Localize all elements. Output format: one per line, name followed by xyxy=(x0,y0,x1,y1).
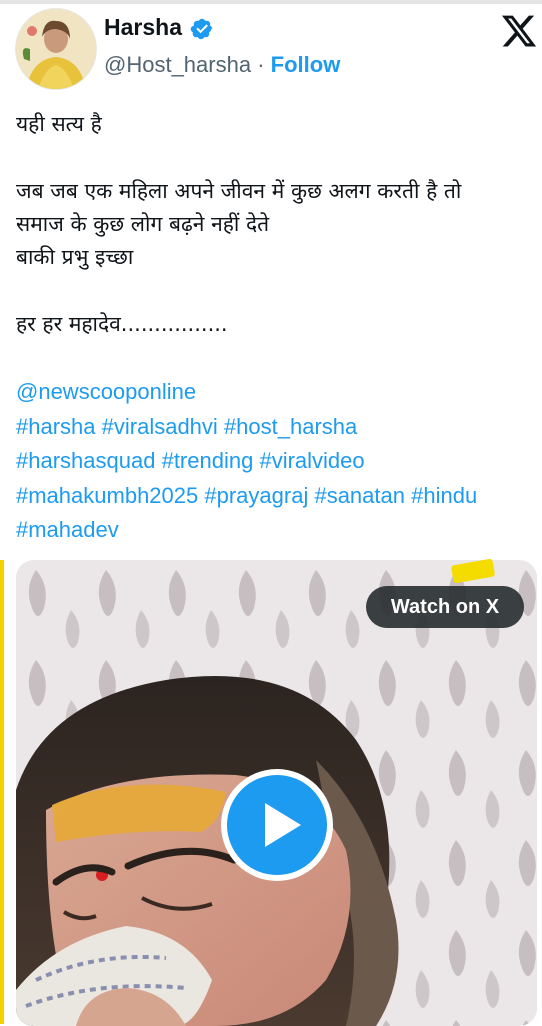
hashtag-link[interactable]: #host_harsha xyxy=(224,414,357,439)
author-handle[interactable]: @Host_harsha xyxy=(104,52,251,77)
avatar[interactable] xyxy=(15,8,97,90)
post-text: यही सत्य है जब जब एक महिला अपने जीवन में… xyxy=(16,108,531,341)
post-line-gap xyxy=(16,274,531,308)
tag-line: #harsha #viralsadhvi #host_harsha xyxy=(16,410,536,445)
post-tags: @newscooponline #harsha #viralsadhvi #ho… xyxy=(16,375,536,548)
hashtag-link[interactable]: #prayagraj xyxy=(204,483,308,508)
post-line: यही सत्य है xyxy=(16,112,102,136)
hashtag-link[interactable]: #sanatan xyxy=(314,483,405,508)
hashtag-link[interactable]: #viralsadhvi xyxy=(102,414,218,439)
hashtag-link[interactable]: #hindu xyxy=(411,483,477,508)
x-logo-icon[interactable] xyxy=(500,12,538,50)
hashtag-link[interactable]: #harshasquad xyxy=(16,448,155,473)
hashtag-link[interactable]: #viralvideo xyxy=(259,448,364,473)
post-line-gap xyxy=(16,141,531,175)
mention-link[interactable]: @newscooponline xyxy=(16,379,196,404)
hashtag-link[interactable]: #mahakumbh2025 xyxy=(16,483,198,508)
author-name[interactable]: Harsha xyxy=(104,14,182,41)
hashtag-link[interactable]: #trending xyxy=(162,448,254,473)
post-line: बाकी प्रभु इच्छा xyxy=(16,245,134,269)
tag-line: #harshasquad #trending #viralvideo xyxy=(16,444,536,479)
tag-line: #mahadev xyxy=(16,513,536,548)
separator: · xyxy=(257,52,265,77)
hashtag-link[interactable]: #harsha xyxy=(16,414,96,439)
watch-on-x-button[interactable]: Watch on X xyxy=(366,586,524,628)
handle-row: @Host_harsha · Follow xyxy=(104,52,340,78)
post-line: जब जब एक महिला अपने जीवन में कुछ अलग करत… xyxy=(16,179,462,203)
hashtag-link[interactable]: #mahadev xyxy=(16,517,119,542)
post-line: समाज के कुछ लोग बढ़ने नहीं देते xyxy=(16,212,270,236)
verified-badge-icon xyxy=(190,18,213,40)
play-icon[interactable] xyxy=(219,767,335,883)
follow-button[interactable]: Follow xyxy=(271,52,341,77)
avatar-image xyxy=(16,9,96,89)
tag-line: #mahakumbh2025 #prayagraj #sanatan #hind… xyxy=(16,479,536,514)
post-line: हर हर महादेव................ xyxy=(16,312,228,336)
left-edge-strip xyxy=(0,560,4,1024)
tag-line: @newscooponline xyxy=(16,375,536,410)
